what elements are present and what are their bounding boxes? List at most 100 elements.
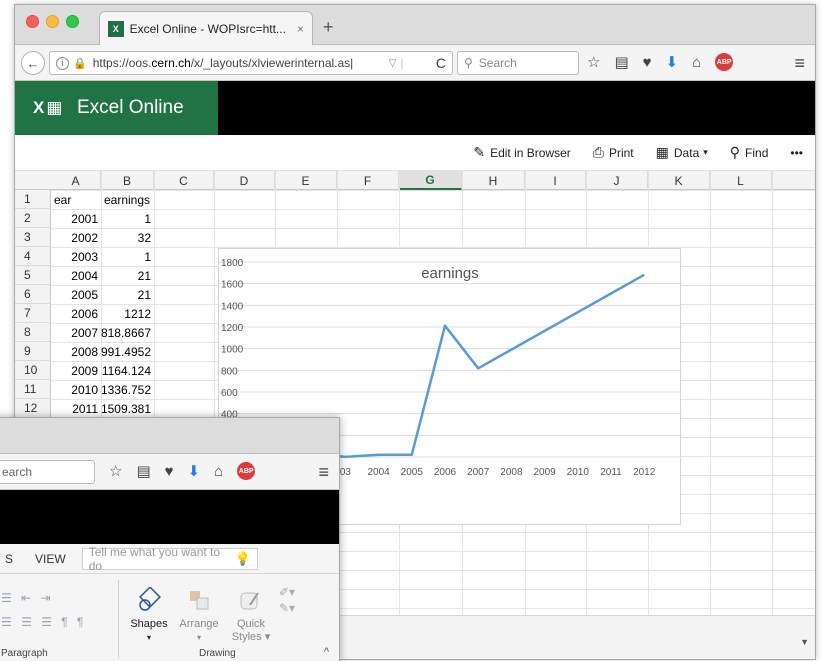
cell-year[interactable]: 2005: [51, 285, 101, 304]
collapse-ribbon-icon[interactable]: ^: [324, 646, 329, 658]
row-header-7[interactable]: 7: [15, 304, 51, 323]
chart-y-tick-label: 1200: [221, 323, 244, 334]
search-input[interactable]: ⚲ Search: [457, 51, 579, 75]
paragraph-format-icons[interactable]: ☰ ⇤ ⇥ ☰ ☰ ☰ ¶ ¶: [1, 586, 87, 634]
close-window-button[interactable]: [26, 15, 39, 28]
column-header-b[interactable]: B: [101, 171, 154, 190]
column-header-g[interactable]: G: [399, 171, 462, 190]
cell-year[interactable]: 2008: [51, 342, 101, 361]
shape-outline-icon[interactable]: ✐▾ ✎▾: [279, 584, 295, 616]
back-arrow-icon: ←: [26, 55, 40, 71]
row-header-12[interactable]: 12: [15, 399, 51, 418]
adblock-icon[interactable]: ABP: [715, 53, 734, 71]
column-header-h[interactable]: H: [462, 171, 525, 190]
url-bar[interactable]: i 🔒 https://oos.cern.ch/x/_layouts/xlvie…: [49, 51, 453, 75]
row-header-3[interactable]: 3: [15, 228, 51, 247]
cell-year[interactable]: 2006: [51, 304, 101, 323]
pocket-icon[interactable]: ♥: [643, 54, 652, 71]
download-icon[interactable]: ⬇: [666, 53, 679, 71]
browser-tab-excel[interactable]: X Excel Online - WOPIsrc=htt... ×: [99, 11, 313, 45]
cell-earnings[interactable]: 991.4952: [101, 342, 154, 361]
cell-earnings[interactable]: 21: [101, 285, 154, 304]
column-header-e[interactable]: E: [275, 171, 337, 190]
info-icon[interactable]: i: [56, 56, 69, 70]
row-header-11[interactable]: 11: [15, 380, 51, 399]
data-menu-button[interactable]: ▦ Data ▾: [656, 144, 708, 161]
back-button[interactable]: ←: [21, 51, 45, 75]
chart-x-tick-label: 03: [340, 467, 352, 478]
tell-me-input[interactable]: Tell me what you want to do 💡: [81, 545, 258, 573]
arrange-button[interactable]: Arrange ▾: [175, 582, 223, 644]
reload-icon[interactable]: C: [436, 55, 446, 71]
more-options-button[interactable]: •••: [790, 146, 803, 160]
cell-year[interactable]: 2009: [51, 361, 101, 380]
cell-year[interactable]: 2010: [51, 380, 101, 399]
cell-earnings[interactable]: 21: [101, 266, 154, 285]
excel-brand[interactable]: X ▦ Excel Online: [15, 81, 218, 135]
row-header-10[interactable]: 10: [15, 361, 51, 380]
row-header-5[interactable]: 5: [15, 266, 51, 285]
row-header-2[interactable]: 2: [15, 209, 51, 228]
cell-earnings[interactable]: 1336.752: [101, 380, 154, 399]
bookmark-star-icon[interactable]: ☆: [587, 53, 600, 71]
front-search-input[interactable]: earch: [0, 460, 95, 484]
cell-earnings[interactable]: 1: [101, 247, 154, 266]
cell-earnings[interactable]: 32: [101, 228, 154, 247]
column-header-c[interactable]: C: [154, 171, 214, 190]
edit-in-browser-button[interactable]: ✎ Edit in Browser: [473, 144, 570, 161]
cell-b1[interactable]: earnings: [101, 190, 154, 209]
row-header-6[interactable]: 6: [15, 285, 51, 304]
url-separator: |: [400, 56, 404, 70]
cell-year[interactable]: 2001: [51, 209, 101, 228]
chart-y-tick-label: 1000: [221, 345, 244, 356]
cell-year[interactable]: 2007: [51, 323, 101, 342]
cell-earnings[interactable]: 1164.124: [101, 361, 154, 380]
tab-close-icon[interactable]: ×: [297, 22, 304, 36]
cell-earnings[interactable]: 1212: [101, 304, 154, 323]
row-header-1[interactable]: 1: [15, 190, 51, 209]
column-header-i[interactable]: I: [525, 171, 586, 190]
row-header-8[interactable]: 8: [15, 323, 51, 342]
scroll-down-arrow-icon[interactable]: ▼: [800, 637, 809, 647]
cell-earnings[interactable]: 818.8667: [101, 323, 154, 342]
column-header-j[interactable]: J: [586, 171, 648, 190]
cell-earnings[interactable]: 1: [101, 209, 154, 228]
bookmark-star-icon[interactable]: ☆: [109, 462, 122, 480]
column-header-l[interactable]: L: [710, 171, 772, 190]
lightbulb-icon: 💡: [234, 550, 251, 566]
row-header-4[interactable]: 4: [15, 247, 51, 266]
chart-x-tick-label: 2007: [467, 467, 490, 478]
cell-year[interactable]: 2002: [51, 228, 101, 247]
ribbon-tab-partial[interactable]: S: [5, 552, 13, 566]
minimize-window-button[interactable]: [46, 15, 59, 28]
url-dropdown-icon[interactable]: ▽: [389, 58, 397, 69]
reading-list-icon[interactable]: ▤: [136, 462, 150, 480]
column-header-f[interactable]: F: [337, 171, 399, 190]
column-header-a[interactable]: A: [51, 171, 101, 190]
cell-earnings[interactable]: 1509.381: [101, 399, 154, 418]
row-header-9[interactable]: 9: [15, 342, 51, 361]
print-button[interactable]: ⎙ Print: [593, 144, 634, 161]
reading-list-icon[interactable]: ▤: [614, 53, 628, 71]
quick-styles-button[interactable]: Quick Styles ▾: [227, 582, 275, 644]
shapes-button[interactable]: Shapes ▾: [125, 582, 173, 644]
cell-year[interactable]: 2003: [51, 247, 101, 266]
find-button[interactable]: ⚲ Find: [730, 144, 769, 161]
home-icon[interactable]: ⌂: [692, 54, 701, 71]
cell-a1[interactable]: ear: [51, 190, 101, 209]
shapes-icon: [125, 582, 173, 618]
adblock-icon[interactable]: ABP: [237, 462, 256, 480]
column-header-k[interactable]: K: [648, 171, 710, 190]
download-icon[interactable]: ⬇: [188, 462, 201, 480]
zoom-window-button[interactable]: [66, 15, 79, 28]
hamburger-menu-icon[interactable]: ≡: [318, 462, 329, 483]
new-tab-button[interactable]: +: [323, 17, 334, 38]
cell-year[interactable]: 2011: [51, 399, 101, 418]
ribbon-tab-view[interactable]: VIEW: [35, 552, 66, 566]
cell-year[interactable]: 2004: [51, 266, 101, 285]
pocket-icon[interactable]: ♥: [165, 463, 174, 480]
hamburger-menu-icon[interactable]: ≡: [794, 53, 805, 74]
column-header-d[interactable]: D: [214, 171, 275, 190]
home-icon[interactable]: ⌂: [214, 463, 223, 480]
url-text: https://oos.cern.ch/x/_layouts/xlvieweri…: [92, 56, 354, 70]
